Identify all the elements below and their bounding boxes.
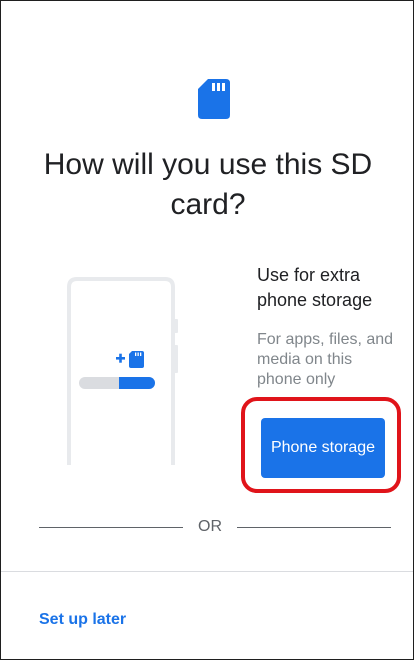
divider-left — [39, 527, 183, 528]
phone-illustration — [67, 277, 178, 465]
setup-screen: How will you use this SD card? Use for e… — [0, 0, 414, 660]
footer-divider — [1, 571, 413, 572]
option-description: For apps, files, and media on this phone… — [257, 331, 394, 388]
divider-right — [237, 527, 391, 528]
sd-card-icon — [198, 79, 230, 119]
page-title: How will you use this SD card? — [43, 148, 373, 221]
setup-later-button[interactable]: Set up later — [39, 609, 126, 631]
option-title: Use for extra phone storage — [257, 265, 373, 310]
phone-storage-button[interactable]: Phone storage — [261, 418, 385, 478]
divider-or-label: OR — [198, 518, 222, 535]
